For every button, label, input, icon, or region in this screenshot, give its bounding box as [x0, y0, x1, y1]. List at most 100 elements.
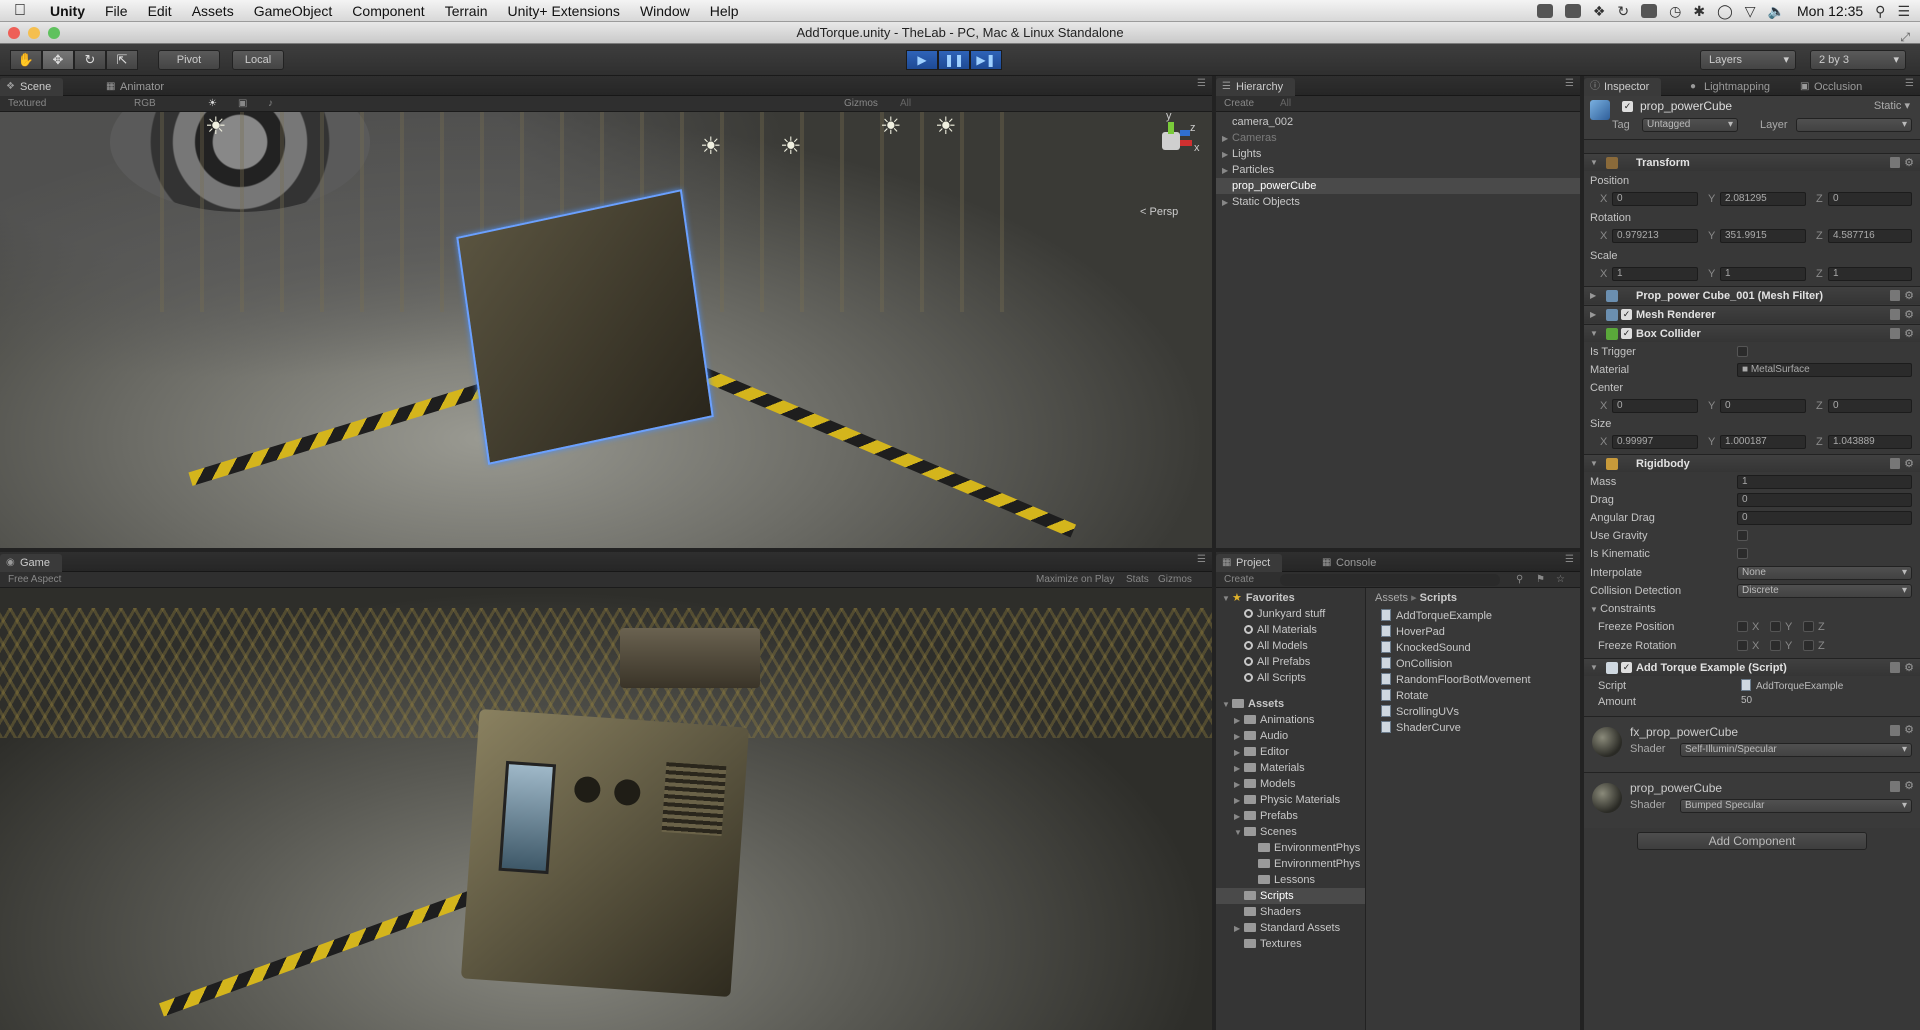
help-book-icon[interactable] [1890, 328, 1900, 339]
fold-arrow-icon[interactable]: ▶ [1234, 761, 1244, 777]
fold-arrow-icon[interactable]: ▶ [1234, 793, 1244, 809]
is-trigger-checkbox[interactable] [1737, 346, 1748, 357]
display-tray-icon[interactable] [1641, 4, 1658, 18]
sync-icon[interactable]: ↻ [1617, 3, 1629, 20]
tab-game[interactable]: ◉ Game [0, 554, 62, 572]
fold-arrow-icon[interactable]: ▼ [1222, 697, 1232, 713]
asset-folder[interactable]: ▶ Models [1216, 776, 1365, 792]
gear-icon[interactable]: ⚙ [1904, 779, 1914, 792]
fold-arrow-icon[interactable]: ▶ [1234, 729, 1244, 745]
fold-arrow-icon[interactable]: ▼ [1590, 659, 1598, 677]
scale-x-field[interactable]: 1 [1612, 267, 1698, 281]
asset-folder[interactable]: ▶ Animations [1216, 712, 1365, 728]
hierarchy-item[interactable]: ▶ Lights [1216, 146, 1580, 162]
light-gizmo-icon[interactable]: ☀ [205, 112, 227, 141]
gear-icon[interactable]: ⚙ [1904, 455, 1914, 473]
hierarchy-search-input[interactable]: All [1280, 96, 1291, 112]
scene-viewport[interactable]: ☀ ☀ ☀ ☀ ☀ y x z < Persp [0, 112, 1212, 548]
shader-dropdown[interactable]: Bumped Specular [1680, 799, 1912, 813]
help-book-icon[interactable] [1890, 458, 1900, 469]
fold-arrow-icon[interactable]: ▶ [1234, 809, 1244, 825]
scale-z-field[interactable]: 1 [1828, 267, 1912, 281]
persp-label[interactable]: < Persp [1140, 206, 1178, 218]
gear-icon[interactable]: ⚙ [1904, 723, 1914, 736]
menu-terrain[interactable]: Terrain [435, 3, 498, 19]
freeze-position-x-checkbox[interactable] [1737, 621, 1748, 632]
script-item[interactable]: Rotate [1367, 688, 1580, 704]
help-book-icon[interactable] [1890, 309, 1900, 320]
asset-folder[interactable]: ▶ Editor [1216, 744, 1365, 760]
scene-search-input[interactable]: All [900, 96, 911, 112]
favorite-item[interactable]: All Models [1216, 638, 1365, 654]
drag-field[interactable]: 0 [1737, 493, 1912, 507]
is-kinematic-checkbox[interactable] [1737, 548, 1748, 559]
asset-folder[interactable]: ▼ Scenes [1216, 824, 1365, 840]
hierarchy-item-selected[interactable]: prop_powerCube [1216, 178, 1580, 194]
apple-icon[interactable]:  [0, 2, 40, 20]
amount-field[interactable]: 50 [1737, 695, 1912, 709]
fold-arrow-icon[interactable]: ▼ [1590, 154, 1598, 172]
tag-dropdown[interactable]: Untagged [1642, 118, 1738, 132]
interpolate-dropdown[interactable]: None [1737, 566, 1912, 580]
fold-arrow-icon[interactable]: ▶ [1590, 306, 1596, 324]
menu-app[interactable]: Unity [40, 3, 95, 19]
hierarchy-item[interactable]: ▶ Cameras [1216, 130, 1580, 146]
render-mode-dropdown[interactable]: Textured [8, 96, 46, 112]
box-collider-enabled-checkbox[interactable]: ✓ [1621, 328, 1632, 339]
script-item[interactable]: ShaderCurve [1367, 720, 1580, 736]
project-create-dropdown[interactable]: Create [1224, 572, 1254, 588]
rigidbody-header[interactable]: ▼ Rigidbody ⚙ [1584, 454, 1920, 472]
add-torque-script-header[interactable]: ▼ ✓ Add Torque Example (Script) ⚙ [1584, 658, 1920, 676]
fold-arrow-icon[interactable]: ▶ [1234, 777, 1244, 793]
minimize-window-button[interactable] [28, 27, 40, 39]
time-machine-icon[interactable]: ◷ [1669, 3, 1681, 20]
notification-icon[interactable]: ☰ [1897, 3, 1910, 20]
image-toggle-icon[interactable]: ▣ [238, 96, 247, 112]
menu-help[interactable]: Help [700, 3, 749, 19]
hand-tool-icon[interactable]: ✋ [10, 50, 42, 70]
tab-scene[interactable]: ❖ Scene [0, 78, 64, 96]
size-z-field[interactable]: 1.043889 [1828, 435, 1912, 449]
asset-folder[interactable]: ▶ Audio [1216, 728, 1365, 744]
pause-icon[interactable]: ❚❚ [938, 50, 970, 70]
rotate-tool-icon[interactable]: ↻ [74, 50, 106, 70]
light-gizmo-icon[interactable]: ☀ [700, 132, 722, 161]
hierarchy-create-dropdown[interactable]: Create [1224, 96, 1254, 112]
add-component-button[interactable]: Add Component [1637, 832, 1867, 850]
panel-menu-icon[interactable]: ☰ [1197, 78, 1206, 89]
tab-hierarchy[interactable]: ☰ Hierarchy [1216, 78, 1296, 96]
gizmo-x-arrow[interactable] [1180, 140, 1192, 146]
fold-arrow-icon[interactable]: ▼ [1590, 605, 1600, 614]
filter-label-icon[interactable]: ⚑ [1536, 572, 1545, 588]
pivot-toggle[interactable]: Pivot [158, 50, 220, 70]
asset-folder[interactable]: ▶ Prefabs [1216, 808, 1365, 824]
tab-animator[interactable]: ▦ Animator [100, 78, 176, 96]
mesh-renderer-header[interactable]: ▶ ✓ Mesh Renderer ⚙ [1584, 305, 1920, 323]
volume-icon[interactable]: 🔈 [1768, 3, 1785, 20]
script-item[interactable]: OnCollision [1367, 656, 1580, 672]
center-z-field[interactable]: 0 [1828, 399, 1912, 413]
asset-folder[interactable]: ▶ Physic Materials [1216, 792, 1365, 808]
mesh-filter-header[interactable]: ▶ Prop_power Cube_001 (Mesh Filter) ⚙ [1584, 286, 1920, 304]
menu-gameobject[interactable]: GameObject [244, 3, 343, 19]
maximize-on-play-toggle[interactable]: Maximize on Play [1036, 572, 1114, 588]
hierarchy-item[interactable]: camera_002 [1216, 114, 1580, 130]
script-item[interactable]: KnockedSound [1367, 640, 1580, 656]
spotlight-icon[interactable]: ⚲ [1875, 3, 1885, 20]
transform-header[interactable]: ▼ Transform ⚙ [1584, 153, 1920, 171]
fold-arrow-icon[interactable]: ▼ [1590, 455, 1598, 473]
asset-folder[interactable]: EnvironmentPhys [1216, 840, 1365, 856]
gear-icon[interactable]: ⚙ [1904, 154, 1914, 172]
assets-folder[interactable]: ▼ Assets [1216, 696, 1365, 712]
gear-icon[interactable]: ⚙ [1904, 659, 1914, 677]
asset-folder[interactable]: ▶ Materials [1216, 760, 1365, 776]
favorite-star-icon[interactable]: ☆ [1556, 572, 1565, 588]
gizmo-z-arrow[interactable] [1180, 130, 1190, 136]
script-item[interactable]: ScrollingUVs [1367, 704, 1580, 720]
fold-arrow-icon[interactable]: ▶ [1234, 713, 1244, 729]
rotation-z-field[interactable]: 4.587716 [1828, 229, 1912, 243]
hierarchy-item[interactable]: ▶ Static Objects [1216, 194, 1580, 210]
constraints-row[interactable]: ▼ Constraints [1584, 601, 1920, 617]
gear-icon[interactable]: ⚙ [1904, 287, 1914, 305]
asset-folder[interactable]: EnvironmentPhys [1216, 856, 1365, 872]
